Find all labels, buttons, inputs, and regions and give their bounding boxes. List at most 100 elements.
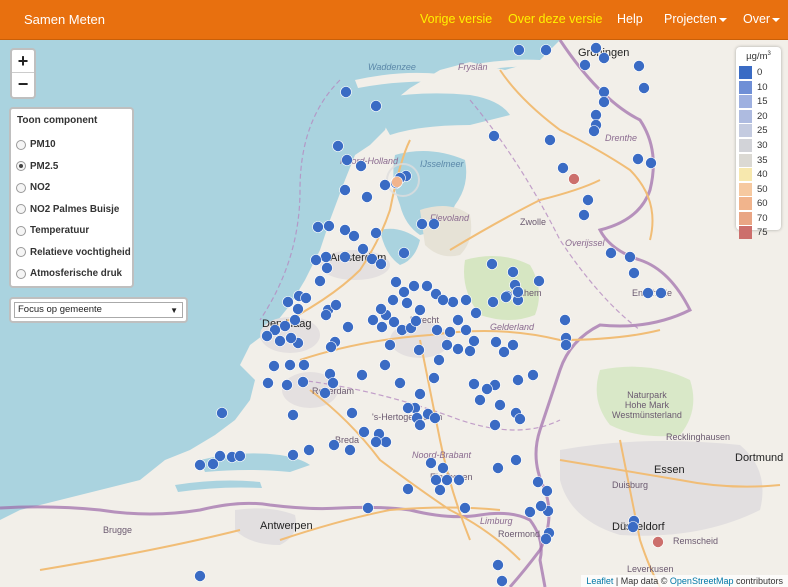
option-pm10[interactable]: PM10 [16,134,132,156]
station-marker[interactable] [568,173,580,185]
nav-vorige-versie[interactable]: Vorige versie [420,12,492,26]
station-marker[interactable] [355,160,367,172]
station-marker[interactable] [312,221,324,233]
station-marker[interactable] [284,359,296,371]
station-marker[interactable] [234,450,246,462]
station-marker[interactable] [292,303,304,315]
station-marker[interactable] [459,502,471,514]
station-marker[interactable] [300,292,312,304]
zoom-out-button[interactable]: − [12,73,34,96]
station-marker[interactable] [428,218,440,230]
station-marker[interactable] [297,376,309,388]
station-marker[interactable] [194,570,206,582]
station-marker[interactable] [514,413,526,425]
station-marker[interactable] [339,251,351,263]
station-marker[interactable] [498,346,510,358]
station-marker[interactable] [346,407,358,419]
radio-icon[interactable] [16,225,26,236]
station-marker[interactable] [500,291,512,303]
station-marker[interactable] [261,330,273,342]
station-marker[interactable] [559,314,571,326]
station-marker[interactable] [319,387,331,399]
station-marker[interactable] [328,439,340,451]
station-marker[interactable] [398,247,410,259]
station-marker[interactable] [557,162,569,174]
station-marker[interactable] [344,444,356,456]
station-marker[interactable] [431,324,443,336]
station-marker[interactable] [486,258,498,270]
station-marker[interactable] [494,399,506,411]
station-marker[interactable] [441,339,453,351]
option-temperatuur[interactable]: Temperatuur [16,220,132,242]
station-marker[interactable] [408,280,420,292]
station-marker[interactable] [358,426,370,438]
station-marker[interactable] [357,243,369,255]
station-marker[interactable] [402,402,414,414]
station-marker[interactable] [388,316,400,328]
station-marker[interactable] [320,251,332,263]
station-marker[interactable] [628,267,640,279]
station-marker[interactable] [398,286,410,298]
station-marker[interactable] [387,294,399,306]
gemeente-select[interactable]: Focus op gemeente ▼ [14,302,183,318]
station-marker[interactable] [310,254,322,266]
station-marker[interactable] [481,383,493,395]
station-marker[interactable] [513,44,525,56]
station-marker[interactable] [453,474,465,486]
station-marker[interactable] [507,339,519,351]
station-marker[interactable] [341,154,353,166]
option-pm25[interactable]: PM2.5 [16,156,132,178]
brand-link[interactable]: Samen Meten [24,12,105,27]
station-marker[interactable] [379,359,391,371]
station-marker[interactable] [510,454,522,466]
leaflet-link[interactable]: Leaflet [586,576,613,586]
station-marker[interactable] [507,266,519,278]
station-marker[interactable] [447,296,459,308]
station-marker[interactable] [652,536,664,548]
radio-icon[interactable] [16,268,26,279]
station-marker[interactable] [320,309,332,321]
station-marker[interactable] [579,59,591,71]
station-marker[interactable] [470,307,482,319]
station-marker[interactable] [474,394,486,406]
station-marker[interactable] [413,344,425,356]
station-marker[interactable] [375,303,387,315]
station-marker[interactable] [268,360,280,372]
option-no2-palmes[interactable]: NO2 Palmes Buisje [16,199,132,221]
station-marker[interactable] [444,326,456,338]
station-marker[interactable] [314,275,326,287]
station-marker[interactable] [468,378,480,390]
station-marker[interactable] [632,153,644,165]
station-marker[interactable] [460,324,472,336]
station-marker[interactable] [391,176,403,188]
radio-icon[interactable] [16,139,26,150]
station-marker[interactable] [489,419,501,431]
station-marker[interactable] [380,436,392,448]
station-marker[interactable] [598,96,610,108]
station-marker[interactable] [402,483,414,495]
osm-link[interactable]: OpenStreetMap [670,576,734,586]
station-marker[interactable] [207,458,219,470]
station-marker[interactable] [638,82,650,94]
station-marker[interactable] [281,379,293,391]
station-marker[interactable] [282,296,294,308]
station-marker[interactable] [414,388,426,400]
station-marker[interactable] [414,419,426,431]
station-marker[interactable] [452,314,464,326]
station-marker[interactable] [384,339,396,351]
station-marker[interactable] [633,60,645,72]
option-no2[interactable]: NO2 [16,177,132,199]
station-marker[interactable] [468,335,480,347]
station-marker[interactable] [370,227,382,239]
station-marker[interactable] [285,332,297,344]
option-vochtigheid[interactable]: Relatieve vochtigheid [16,242,132,264]
station-marker[interactable] [289,314,301,326]
station-marker[interactable] [339,184,351,196]
station-marker[interactable] [590,109,602,121]
station-marker[interactable] [342,321,354,333]
station-marker[interactable] [298,359,310,371]
station-marker[interactable] [582,194,594,206]
station-marker[interactable] [375,258,387,270]
station-marker[interactable] [370,100,382,112]
station-marker[interactable] [323,220,335,232]
